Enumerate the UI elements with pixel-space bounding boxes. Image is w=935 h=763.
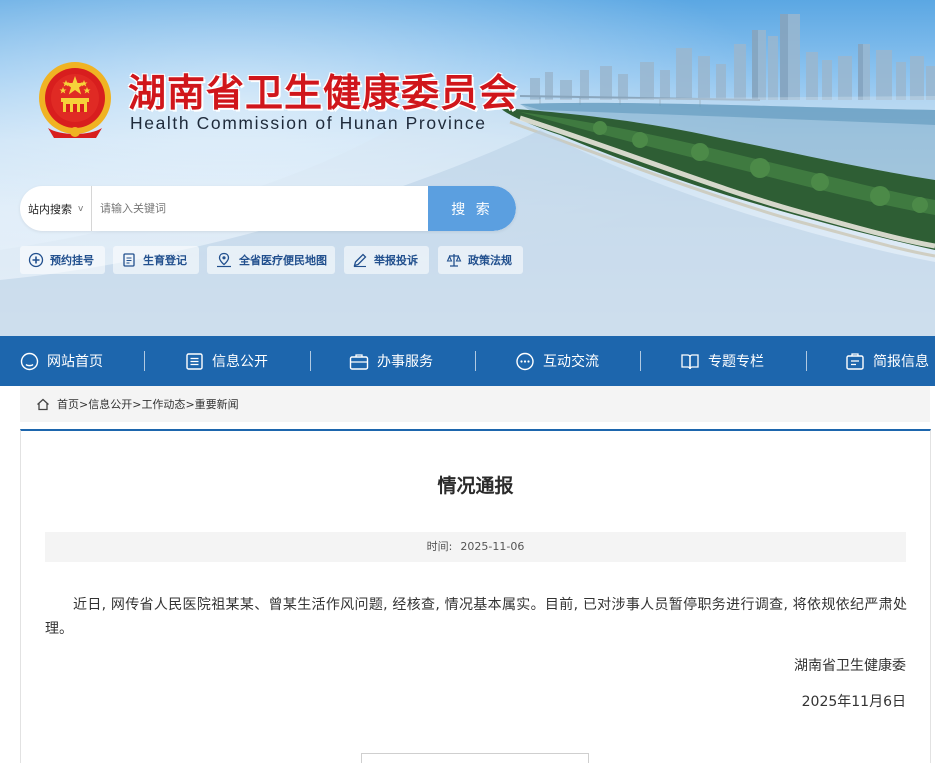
- hospital-cross-icon: [28, 252, 44, 268]
- article-title: 情况通报: [437, 475, 514, 497]
- search-input[interactable]: [92, 186, 428, 231]
- report-icon: [846, 352, 864, 370]
- site-subtitle: Health Commission of Hunan Province: [130, 113, 487, 133]
- publish-time-label: 时间:: [426, 540, 453, 553]
- quick-link-report-complaint[interactable]: 举报投诉: [344, 246, 429, 274]
- search-bar: 站内搜索 v 搜 索: [20, 186, 516, 231]
- nav-divider: [144, 351, 145, 371]
- breadcrumb-separator: >: [185, 397, 195, 411]
- breadcrumb-separator: >: [132, 397, 142, 411]
- share-panel: [361, 753, 589, 763]
- publish-time-value: 2025-11-06: [460, 540, 525, 553]
- scales-icon: [446, 254, 462, 267]
- nav-item-special-topics[interactable]: 专题专栏: [680, 336, 764, 386]
- briefcase-icon: [349, 353, 369, 370]
- quick-link-label: 全省医疗便民地图: [239, 254, 327, 267]
- breadcrumb-info-disclosure[interactable]: 信息公开: [88, 396, 132, 412]
- quick-link-birth-registration[interactable]: 生育登记: [113, 246, 199, 274]
- nav-item-label: 信息公开: [212, 354, 268, 370]
- article-container: 情况通报 时间: 2025-11-06 近日, 网传省人民医院祖某某、曾某生活作风…: [20, 429, 931, 763]
- chat-icon: [516, 352, 534, 370]
- nav-item-label: 互动交流: [543, 354, 599, 370]
- search-scope-select[interactable]: 站内搜索 v: [20, 186, 92, 231]
- quick-link-medical-map[interactable]: 全省医疗便民地图: [207, 246, 335, 274]
- pencil-icon: [353, 253, 367, 268]
- quick-link-policy-regulations[interactable]: 政策法规: [438, 246, 523, 274]
- nav-item-label: 专题专栏: [708, 354, 764, 370]
- quick-link-appointment[interactable]: 预约挂号: [20, 246, 105, 274]
- article-signature: 湖南省卫生健康委: [794, 658, 906, 674]
- nav-item-label: 简报信息: [873, 354, 929, 370]
- main-nav: 网站首页 信息公开 办事服务 互动交流 专题专栏 简报信息: [0, 336, 935, 386]
- map-pin-icon: [217, 252, 231, 268]
- breadcrumb-important-news[interactable]: 重要新闻: [195, 396, 239, 412]
- nav-item-label: 网站首页: [47, 354, 103, 370]
- banner-cityscape-image: [0, 14, 935, 336]
- breadcrumb-work-news[interactable]: 工作动态: [141, 396, 185, 412]
- book-icon: [681, 353, 699, 369]
- nav-divider: [640, 351, 641, 371]
- nav-item-services[interactable]: 办事服务: [349, 336, 433, 386]
- list-icon: [186, 352, 203, 370]
- nav-divider: [310, 351, 311, 371]
- article-meta: 时间: 2025-11-06: [45, 532, 906, 562]
- nav-item-interaction[interactable]: 互动交流: [515, 336, 599, 386]
- breadcrumb: 首页 > 信息公开 > 工作动态 > 重要新闻: [20, 386, 930, 422]
- quick-link-label: 政策法规: [468, 254, 512, 267]
- breadcrumb-home[interactable]: 首页: [57, 396, 79, 412]
- home-icon: [37, 398, 49, 410]
- site-title: 湖南省卫生健康委员会: [128, 71, 519, 115]
- quick-link-label: 举报投诉: [374, 254, 418, 267]
- national-emblem-icon: [39, 62, 111, 138]
- nav-item-info-disclosure[interactable]: 信息公开: [185, 336, 268, 386]
- quick-link-label: 预约挂号: [50, 254, 94, 267]
- nav-divider: [475, 351, 476, 371]
- nav-item-home[interactable]: 网站首页: [20, 336, 103, 386]
- nav-item-label: 办事服务: [377, 354, 433, 370]
- search-button[interactable]: 搜 索: [428, 186, 516, 231]
- nav-divider: [806, 351, 807, 371]
- home-icon: [20, 352, 39, 370]
- chevron-down-icon: v: [78, 203, 84, 214]
- site-header: 湖南省卫生健康委员会 Health Commission of Hunan Pr…: [0, 0, 935, 336]
- document-icon: [123, 253, 135, 267]
- article-body: 近日, 网传省人民医院祖某某、曾某生活作风问题, 经核查, 情况基本属实。目前,…: [45, 597, 907, 637]
- nav-item-briefings[interactable]: 简报信息: [845, 336, 929, 386]
- article-sign-date: 2025年11月6日: [801, 694, 906, 710]
- search-scope-label: 站内搜索: [28, 202, 72, 216]
- quick-link-label: 生育登记: [143, 254, 187, 267]
- breadcrumb-separator: >: [79, 397, 89, 411]
